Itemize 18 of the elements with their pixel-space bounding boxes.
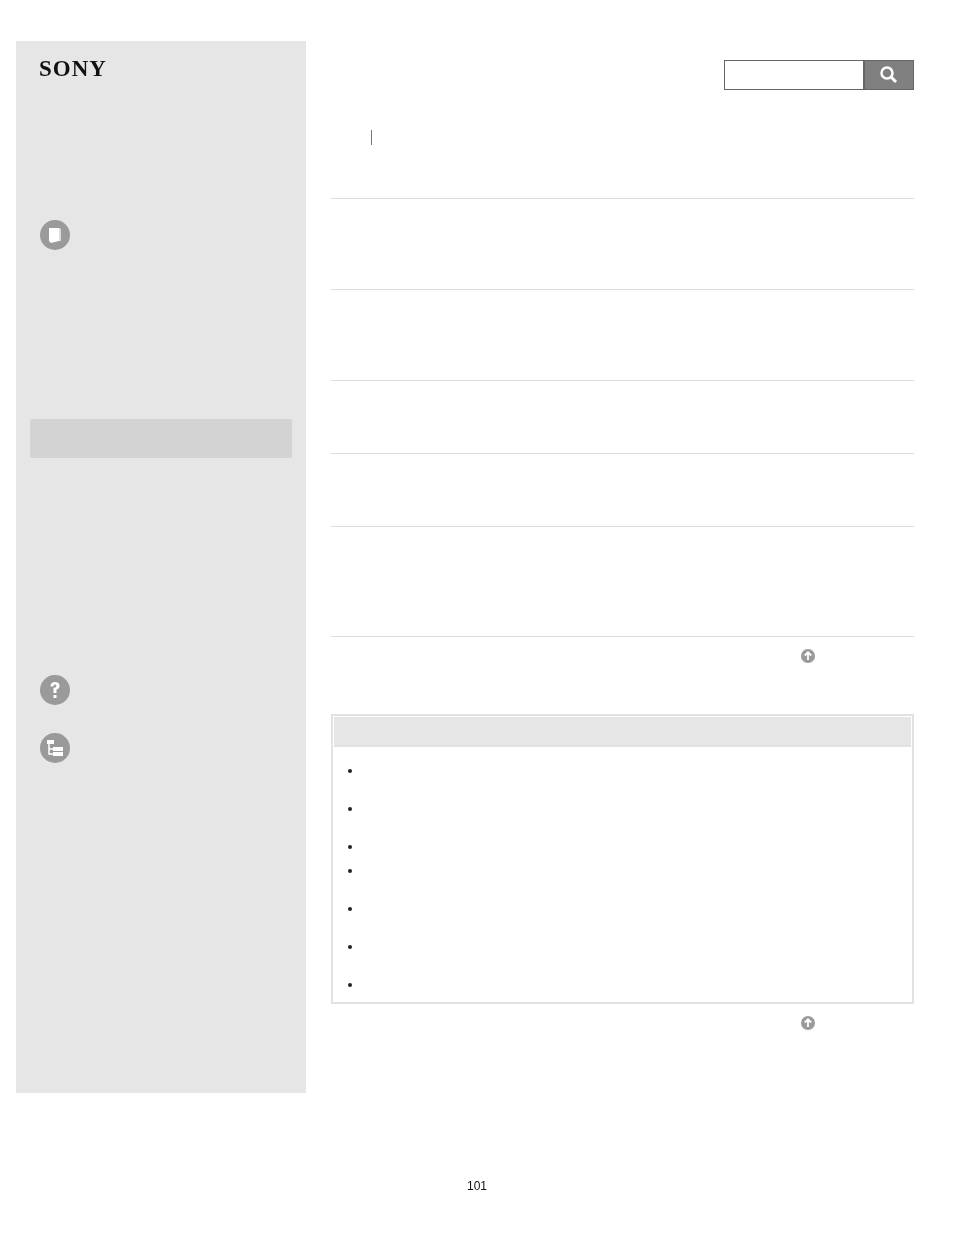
bullet-dot [348, 983, 352, 987]
help-icon[interactable] [39, 674, 71, 706]
page-number: 101 [466, 1179, 488, 1193]
bullet-dot [348, 869, 352, 873]
breadcrumb-separator [371, 130, 372, 145]
back-to-top-icon[interactable] [800, 1015, 816, 1031]
tree-icon[interactable] [39, 732, 71, 764]
search-icon [879, 65, 899, 85]
back-to-top-icon[interactable] [800, 648, 816, 664]
search-button[interactable] [864, 60, 914, 90]
bullet-dot [348, 845, 352, 849]
bullet-dot [348, 907, 352, 911]
bullet-dot [348, 807, 352, 811]
search-field[interactable] [724, 60, 864, 90]
bullet-dot [348, 945, 352, 949]
book-icon[interactable] [39, 219, 71, 251]
logo[interactable]: SONY [39, 57, 107, 81]
bullet-dot [348, 769, 352, 773]
